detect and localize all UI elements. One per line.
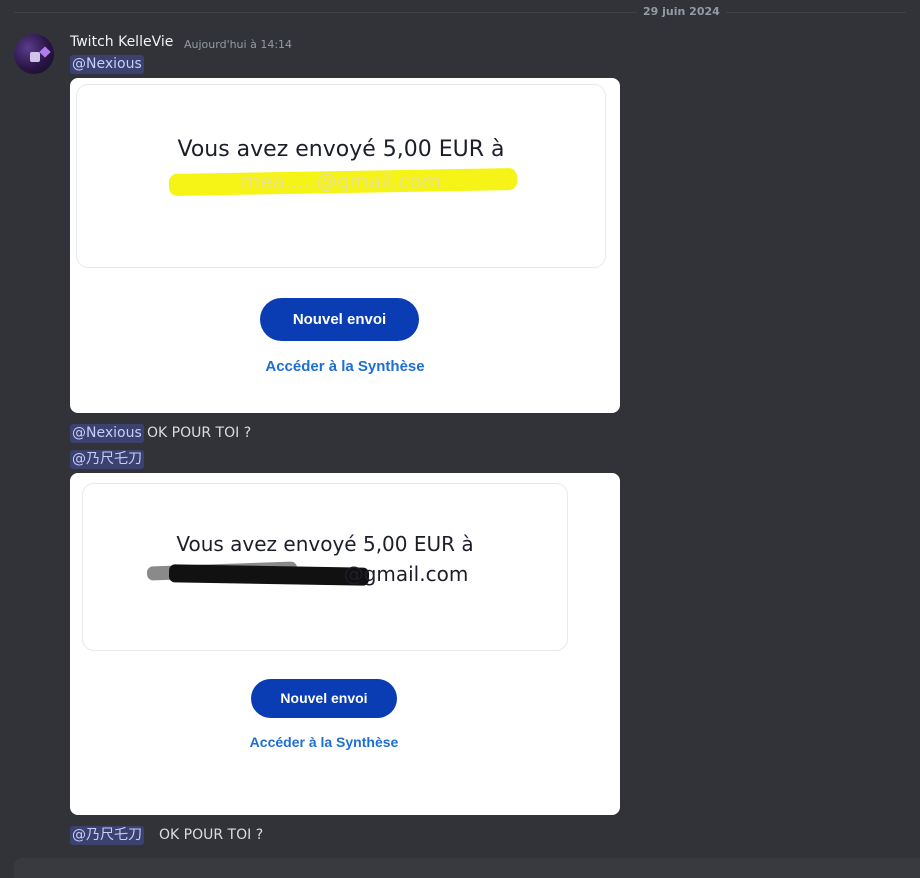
new-send-button: Nouvel envoi	[260, 298, 419, 341]
payment-confirmation-card: Vous avez envoyé 5,00 EUR à mea.....@gma…	[76, 84, 606, 268]
message-text-2: OK POUR TOI ?	[159, 827, 264, 843]
payment-sent-text-2: Vous avez envoyé 5,00 EUR à	[176, 532, 474, 556]
avatar-image-detail	[30, 52, 40, 62]
image-attachment-1[interactable]: Vous avez envoyé 5,00 EUR à mea.....@gma…	[70, 78, 620, 413]
redacted-email: mea.....@gmail.com	[240, 169, 442, 193]
avatar[interactable]	[14, 34, 54, 74]
new-send-button-2: Nouvel envoi	[251, 679, 397, 718]
date-divider-line	[14, 12, 906, 13]
view-summary-link: Accéder à la Synthèse	[265, 358, 425, 375]
payment-sent-text: Vous avez envoyé 5,00 EUR à	[177, 137, 505, 162]
redacted-email-2: @gmail.com	[343, 562, 469, 586]
image-attachment-2[interactable]: Vous avez envoyé 5,00 EUR à @gmail.com N…	[70, 473, 620, 815]
date-divider-label: 29 juin 2024	[637, 5, 726, 18]
message-author[interactable]: Twitch KelleVie	[70, 34, 173, 50]
payment-confirmation-card-2: Vous avez envoyé 5,00 EUR à @gmail.com	[82, 483, 568, 651]
avatar-image-detail-2	[39, 46, 51, 58]
message-timestamp[interactable]: Aujourd'hui à 14:14	[184, 38, 292, 51]
user-mention-brn[interactable]: @乃尺乇刀	[70, 450, 144, 469]
user-mention-nexious-2[interactable]: @Nexious	[70, 424, 144, 443]
message-text-1: OK POUR TOI ?	[147, 425, 252, 441]
user-mention-brn-2[interactable]: @乃尺乇刀	[70, 826, 144, 845]
user-mention-nexious[interactable]: @Nexious	[70, 55, 144, 74]
message-input-bar[interactable]	[14, 858, 920, 878]
view-summary-link-2: Accéder à la Synthèse	[249, 734, 399, 750]
